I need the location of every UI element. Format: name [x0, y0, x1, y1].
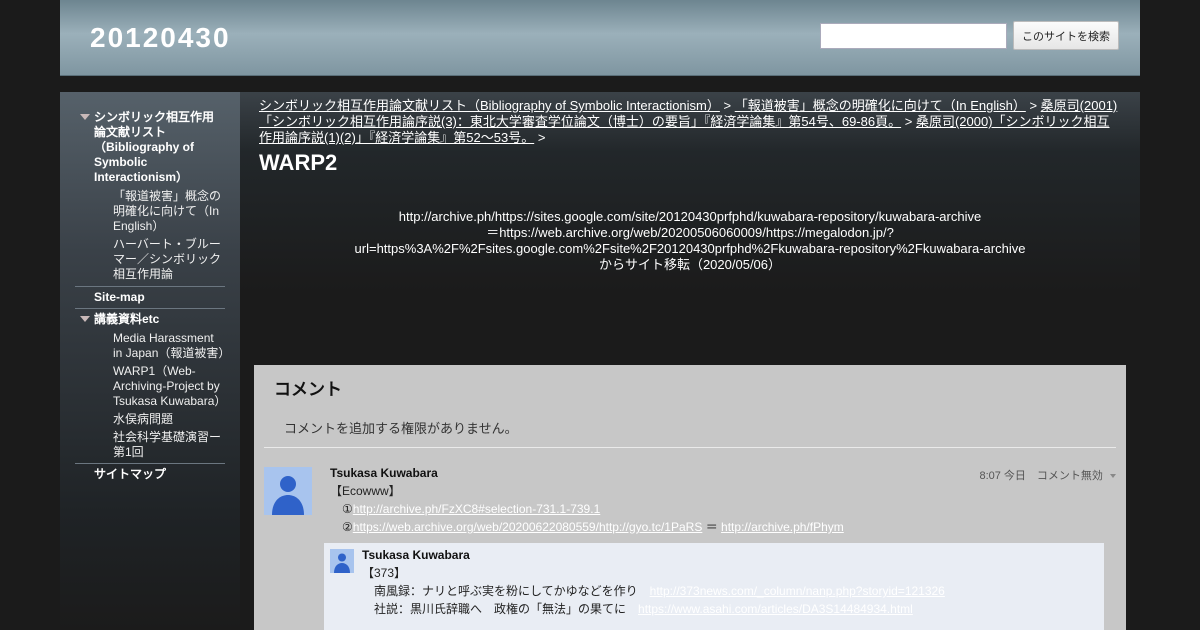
- sidebar-item-symbolic-interactionism[interactable]: シンボリック相互作用論文献リスト（Bibliography of Symboli…: [75, 110, 225, 189]
- comment-line: ①http://archive.ph/FzXC8#selection-731.1…: [330, 500, 844, 518]
- sidebar-item-blumer[interactable]: ハーバート・ブルーマー／シンボリック相互作用論: [75, 237, 225, 286]
- search-input[interactable]: [820, 23, 1007, 49]
- sidebar-item-label[interactable]: サイトマップ: [94, 467, 166, 481]
- content-line: url=https%3A%2F%2Fsites.google.com%2Fsit…: [354, 241, 1026, 256]
- site-title[interactable]: 20120430: [90, 22, 231, 54]
- comment-link[interactable]: https://web.archive.org/web/202006220805…: [353, 520, 703, 534]
- comments-heading: コメント: [274, 380, 342, 399]
- sidebar-item-media-harassment[interactable]: Media Harassment in Japan（報道被害）: [75, 331, 230, 364]
- breadcrumb: シンボリック相互作用論文献リスト（Bibliography of Symboli…: [259, 98, 1119, 146]
- sidebar-item-label[interactable]: 水俣病問題: [113, 412, 173, 426]
- reply-line-prefix: 南風録：ナリと呼ぶ実を粉にしてかゆなどを作り: [362, 584, 650, 598]
- expand-triangle-icon[interactable]: [80, 114, 90, 120]
- comment-line: 【Ecowww】: [330, 484, 401, 498]
- breadcrumb-separator: >: [904, 114, 913, 129]
- sidebar-item-label[interactable]: 「報道被害」概念の明確化に向けて（In English）: [113, 189, 221, 233]
- sidebar-item-label[interactable]: 社会科学基礎演習ー第1回: [113, 430, 221, 459]
- breadcrumb-link[interactable]: 「報道被害」概念の明確化に向けて（In English）: [735, 98, 1026, 113]
- reply-line-prefix: 社説：黒川氏辞職へ 政権の「無法」の果てに: [362, 602, 639, 616]
- comment-meta-text[interactable]: 8:07 今日 コメント無効: [979, 470, 1102, 482]
- dropdown-arrow-icon[interactable]: [1110, 474, 1116, 479]
- content-line: からサイト移転（2020/05/06）: [598, 257, 782, 272]
- expand-triangle-icon[interactable]: [80, 316, 90, 322]
- page-title: WARP2: [259, 150, 338, 175]
- comment-link[interactable]: http://archive.ph/fPhym: [721, 520, 844, 534]
- comment-body: 【Ecowww】 ①http://archive.ph/FzXC8#select…: [330, 482, 844, 536]
- sidebar-item-media-harm[interactable]: 「報道被害」概念の明確化に向けて（In English）: [75, 189, 225, 237]
- sidebar-item-label[interactable]: 講義資料etc: [94, 312, 159, 326]
- reply-line: 社説：黒川氏辞職へ 政権の「無法」の果てに https://www.asahi.…: [362, 600, 945, 618]
- reply-body: 【373】 南風録：ナリと呼ぶ実を粉にしてかゆなどを作り http://373n…: [362, 564, 945, 618]
- site-header: 20120430 このサイトを検索: [60, 0, 1140, 76]
- sidebar-item-label[interactable]: ハーバート・ブルーマー／シンボリック相互作用論: [113, 237, 221, 281]
- reply-line: 【373】: [362, 566, 407, 580]
- comment-line: ②https://web.archive.org/web/20200622080…: [330, 518, 844, 536]
- avatar: [264, 467, 312, 515]
- comment-line-prefix: ①: [330, 502, 353, 516]
- comment-author: Tsukasa Kuwabara: [330, 466, 438, 480]
- sidebar-item-site-map[interactable]: Site-map: [75, 286, 225, 308]
- breadcrumb-separator: >: [537, 130, 546, 145]
- page-body: http://archive.ph/https://sites.google.c…: [259, 209, 1121, 273]
- divider: [264, 447, 1116, 448]
- no-permission-notice: コメントを追加する権限がありません。: [284, 421, 518, 436]
- comment-line-middle: ＝: [705, 520, 718, 534]
- breadcrumb-link[interactable]: シンボリック相互作用論文献リスト（Bibliography of Symboli…: [259, 98, 720, 113]
- sidebar-item-minamata[interactable]: 水俣病問題: [75, 412, 225, 430]
- comment-reply: Tsukasa Kuwabara 【373】 南風録：ナリと呼ぶ実を粉にしてかゆ…: [324, 543, 1104, 630]
- search-button[interactable]: このサイトを検索: [1013, 21, 1119, 50]
- comment-link[interactable]: http://archive.ph/FzXC8#selection-731.1-…: [353, 502, 600, 516]
- sidebar-nav: シンボリック相互作用論文献リスト（Bibliography of Symboli…: [75, 110, 230, 482]
- sidebar: シンボリック相互作用論文献リスト（Bibliography of Symboli…: [60, 92, 240, 630]
- content-line: ＝https://web.archive.org/web/20200506060…: [486, 225, 894, 240]
- breadcrumb-separator: >: [723, 98, 732, 113]
- reply-link[interactable]: https://www.asahi.com/articles/DA3S14484…: [638, 602, 913, 616]
- sidebar-item-label[interactable]: WARP1（Web-Archiving-Project by Tsukasa K…: [113, 364, 226, 408]
- comment-meta[interactable]: 8:07 今日 コメント無効: [979, 467, 1116, 483]
- person-icon: [272, 476, 304, 515]
- sidebar-item-label[interactable]: Site-map: [94, 290, 145, 304]
- sidebar-item-seminar[interactable]: 社会科学基礎演習ー第1回: [75, 430, 225, 463]
- sidebar-item-label[interactable]: Media Harassment in Japan（報道被害）: [113, 331, 230, 360]
- sidebar-item-warp1[interactable]: WARP1（Web-Archiving-Project by Tsukasa K…: [75, 364, 226, 412]
- person-icon: [334, 553, 350, 573]
- comment-line-prefix: ②: [330, 520, 353, 534]
- sidebar-item-lecture-materials[interactable]: 講義資料etc: [75, 308, 225, 331]
- reply-link[interactable]: http://373news.com/_column/nanp.php?stor…: [650, 584, 945, 598]
- reply-line: 南風録：ナリと呼ぶ実を粉にしてかゆなどを作り http://373news.co…: [362, 582, 945, 600]
- avatar: [330, 549, 354, 573]
- breadcrumb-separator: >: [1029, 98, 1038, 113]
- sidebar-item-label[interactable]: シンボリック相互作用論文献リスト（Bibliography of Symboli…: [94, 110, 214, 184]
- sidebar-item-sitemap-ja[interactable]: サイトマップ: [75, 463, 225, 482]
- reply-author: Tsukasa Kuwabara: [362, 548, 470, 562]
- comments-section: コメント コメントを追加する権限がありません。 Tsukasa Kuwabara…: [254, 365, 1126, 630]
- content-line: http://archive.ph/https://sites.google.c…: [398, 209, 982, 224]
